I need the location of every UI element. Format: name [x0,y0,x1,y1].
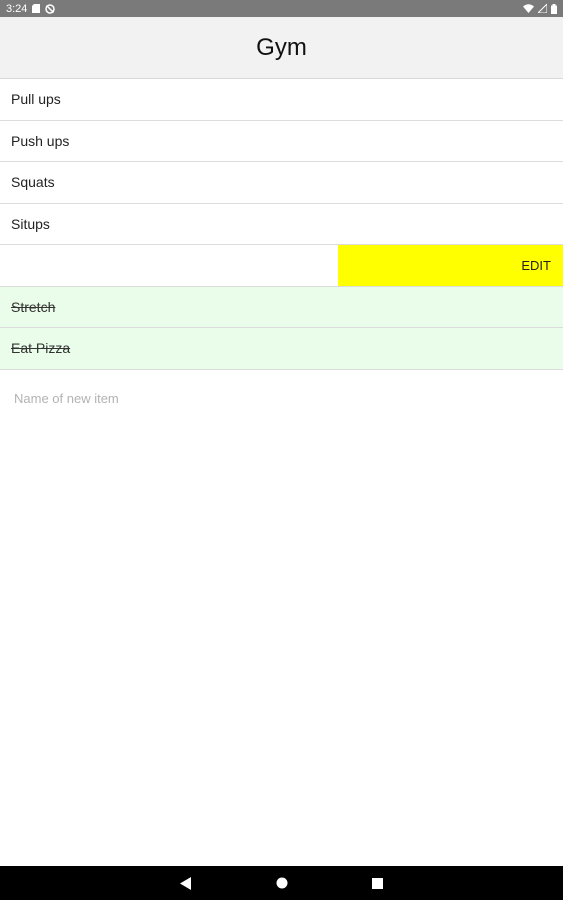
home-icon[interactable] [272,873,292,893]
sd-card-icon [32,4,41,13]
signal-icon [538,4,547,13]
list-item[interactable]: Pull ups [0,79,563,121]
list-item[interactable]: Push ups [0,120,563,162]
list-item[interactable]: Situps [0,203,563,245]
edit-button[interactable]: EDIT [338,245,563,286]
status-bar: 3:24 [0,0,563,17]
list-item-label: Push ups [11,132,70,149]
list-item-label: Stretch [11,298,56,315]
page-title: Gym [256,33,307,61]
list-item[interactable]: Squats [0,162,563,204]
list-item-done[interactable]: Eat Pizza [0,328,563,370]
wifi-icon [523,4,534,13]
app-header: Gym [0,17,563,79]
list-item-swiped[interactable]: EDIT [0,245,563,287]
list-item-done[interactable]: Stretch [0,286,563,328]
recents-icon[interactable] [368,873,388,893]
battery-icon [551,3,557,14]
list-item-label: Eat Pizza [11,340,71,357]
back-icon[interactable] [176,873,196,893]
status-time: 3:24 [6,2,28,15]
no-sync-icon [45,3,56,14]
todo-list: Pull ups Push ups Squats Situps EDIT Str… [0,79,563,370]
list-item-label: Squats [11,174,55,191]
navigation-bar [0,866,563,900]
list-item-label: Pull ups [11,91,61,108]
list-item-label: Situps [11,215,50,232]
new-item-input[interactable] [0,376,563,420]
